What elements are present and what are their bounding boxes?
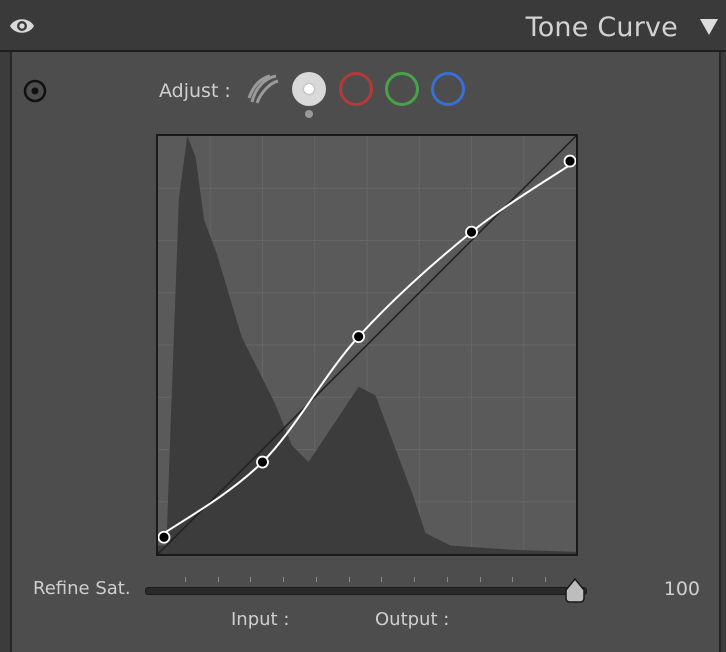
slider-tick [381,577,383,582]
curve-graph[interactable] [156,134,578,556]
slider-tick [217,577,219,582]
slider-tick [250,577,252,582]
output-readout: Output : [375,609,450,630]
slider-thumb[interactable] [563,578,587,604]
input-readout: Input : [231,609,290,630]
refine-saturation-slider[interactable] [145,587,587,595]
curve-control-point[interactable] [465,225,478,239]
slider-tick [414,577,416,582]
slider-tick [315,577,317,582]
eye-icon[interactable] [8,14,36,38]
slider-tick [479,577,481,582]
blue-channel-button[interactable] [431,72,465,106]
panel-title: Tone Curve [525,12,678,43]
curve-control-point[interactable] [563,154,576,168]
parametric-curve-icon [247,74,279,104]
curve-control-point[interactable] [256,455,269,469]
curve-canvas[interactable] [158,136,576,554]
green-channel-button[interactable] [385,72,419,106]
slider-ticks [145,577,585,583]
panel-header[interactable]: Tone Curve [0,0,726,52]
curve-control-point[interactable] [352,330,366,344]
refine-saturation-label: Refine Sat. [33,578,131,599]
slider-tick [185,577,186,582]
slider-tick [545,577,546,582]
red-channel-button[interactable] [339,72,373,106]
selected-channel-indicator [305,110,313,118]
adjust-label: Adjust : [159,80,231,102]
target-icon[interactable] [22,78,48,104]
slider-tick [446,577,448,582]
slider-tick [348,577,350,582]
slider-tick [512,577,514,582]
parametric-curve-button[interactable] [246,72,280,106]
curve-control-point[interactable] [158,530,171,544]
point-curve-button[interactable] [292,72,326,106]
triangle-down-icon[interactable] [698,17,720,37]
slider-tick [283,577,285,582]
refine-saturation-value: 100 [663,578,700,600]
